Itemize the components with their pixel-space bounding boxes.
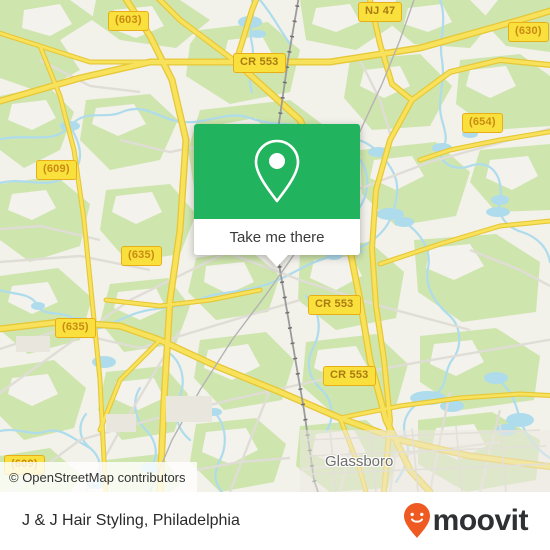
route-shield-nj47: NJ 47 [358,2,403,22]
map-canvas[interactable]: (603) NJ 47 (630) CR 553 (654) (609) (63… [0,0,550,492]
route-shield-603: (603) [108,11,149,31]
location-pin-icon [254,139,300,202]
route-shield-654: (654) [462,113,503,133]
moovit-pin-icon [403,503,430,538]
route-shield-cr553-lower: CR 553 [323,366,376,386]
moovit-wordmark: moovit [432,504,529,537]
route-shield-635-lower: (635) [55,318,96,338]
take-me-there-label: Take me there [229,228,325,246]
map-attribution: © OpenStreetMap contributors [0,462,197,492]
footer-place-title: J & J Hair Styling, Philadelphia [22,512,240,529]
moovit-logo: moovit [402,502,529,540]
attribution-text: © OpenStreetMap contributors [9,469,186,485]
popup-tail [266,255,288,267]
route-shield-cr553-top: CR 553 [233,53,286,73]
route-shield-cr553-middle: CR 553 [308,295,361,315]
route-shield-630: (630) [508,22,549,42]
location-popup-card[interactable]: Take me there [194,124,360,267]
popup-header [194,124,360,219]
moovit-map-screen: (603) NJ 47 (630) CR 553 (654) (609) (63… [0,0,550,550]
route-shield-609-upper: (609) [36,160,77,180]
take-me-there-button[interactable]: Take me there [194,219,360,255]
route-shield-635-upper: (635) [121,246,162,266]
footer-bar: J & J Hair Styling, Philadelphia moovit [0,492,550,550]
place-label-glassboro: Glassboro [325,453,394,470]
